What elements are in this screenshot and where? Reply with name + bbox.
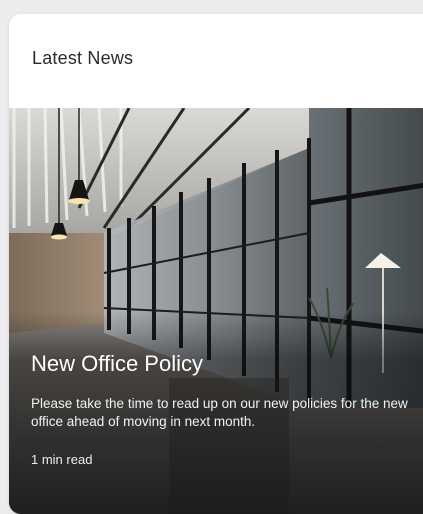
- news-title[interactable]: New Office Policy: [31, 351, 203, 377]
- news-card: Latest News New Office Policy Please tak…: [9, 14, 423, 514]
- card-title: Latest News: [32, 48, 134, 68]
- news-item[interactable]: New Office Policy Please take the time t…: [9, 108, 423, 514]
- read-time: 1 min read: [31, 452, 93, 467]
- news-excerpt: Please take the time to read up on our n…: [31, 396, 408, 429]
